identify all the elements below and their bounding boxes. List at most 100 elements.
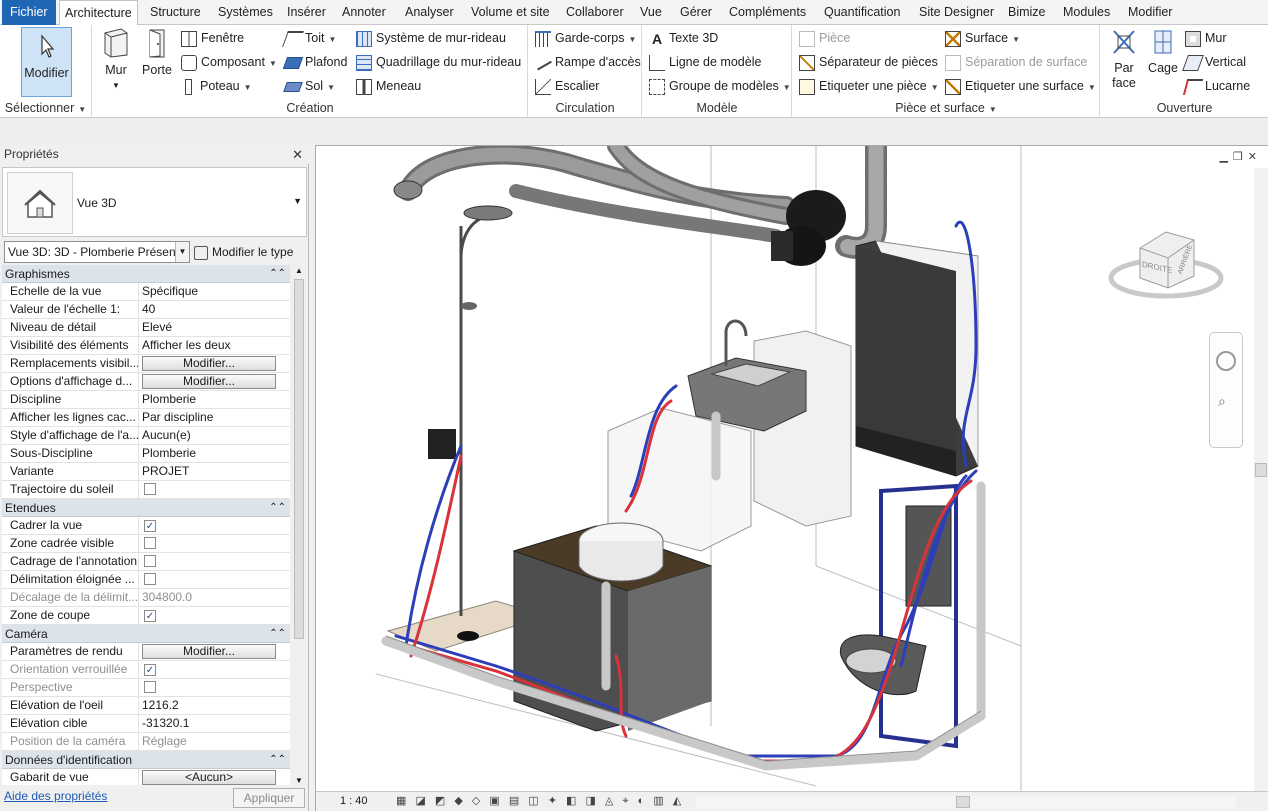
chevron-down-icon[interactable]: ▼ [293,196,302,206]
component-button[interactable]: Composant ▼ [181,51,277,73]
tab-systemes[interactable]: Systèmes [213,0,278,25]
property-checkbox[interactable] [144,537,156,549]
property-row[interactable]: Afficher les lignes cac... Par discipline [2,409,290,427]
zoom-icon[interactable]: ⌕ [1218,393,1226,410]
property-value[interactable]: Afficher les deux [142,338,231,352]
tab-quantification[interactable]: Quantification [819,0,905,25]
property-value[interactable]: 40 [142,302,155,316]
model-group-button[interactable]: Groupe de modèles ▼ [649,75,791,97]
model-line-button[interactable]: Ligne de modèle [649,51,761,73]
view-instance-dropdown[interactable]: Vue 3D: 3D - Plomberie Présent ▼ [4,241,190,263]
property-row[interactable]: Cadrer la vue ✓ [2,517,290,535]
tab-modifier[interactable]: Modifier [1123,0,1177,25]
property-checkbox[interactable] [144,555,156,567]
panel-title-select[interactable]: Sélectionner ▼ [0,101,91,115]
property-value[interactable]: Par discipline [142,410,213,424]
property-checkbox[interactable] [144,573,156,585]
property-row[interactable]: Remplacements visibil... Modifier... [2,355,290,373]
property-row[interactable]: Style d'affichage de l'a... Aucun(e) [2,427,290,445]
panel-title-rooms[interactable]: Pièce et surface ▼ [793,101,1099,115]
property-row[interactable]: Niveau de détail Elevé [2,319,290,337]
tab-complements[interactable]: Compléments [724,0,811,25]
tab-modules[interactable]: Modules [1058,0,1115,25]
property-row[interactable]: Discipline Plomberie [2,391,290,409]
property-row[interactable]: Zone cadrée visible [2,535,290,553]
modify-button[interactable]: Modifier [21,27,72,97]
tag-room-button[interactable]: Etiqueter une pièce ▼ [799,75,939,97]
ramp-button[interactable]: Rampe d'accès [534,51,641,73]
property-edit-button[interactable]: <Aucun> [142,770,276,785]
collapse-icon[interactable]: ⌃⌃ [269,625,286,643]
room-button[interactable]: Pièce [799,27,850,49]
properties-help-link[interactable]: Aide des propriétés [4,789,107,803]
tab-fichier[interactable]: Fichier [2,0,56,25]
section-2[interactable]: Caméra ⌃⌃ [2,625,290,643]
tab-collaborer[interactable]: Collaborer [561,0,629,25]
property-value[interactable]: -31320.1 [142,716,189,730]
window-button[interactable]: Fenêtre [181,27,244,49]
text3d-button[interactable]: A Texte 3D [649,27,718,49]
property-row[interactable]: Visibilité des éléments Afficher les deux [2,337,290,355]
property-row[interactable]: Paramètres de rendu Modifier... [2,643,290,661]
curtain-system-button[interactable]: Système de mur-rideau [356,27,506,49]
tab-inserer[interactable]: Insérer [282,0,331,25]
property-value[interactable]: PROJET [142,464,189,478]
property-row[interactable]: Trajectoire du soleil [2,481,290,499]
property-value[interactable]: 1216.2 [142,698,179,712]
viewport-vertical-scrollbar[interactable] [1254,168,1268,792]
stair-button[interactable]: Escalier [535,75,599,97]
tab-bimize[interactable]: Bimize [1003,0,1051,25]
door-button[interactable]: Porte [139,27,175,95]
apply-button[interactable]: Appliquer [233,788,305,808]
3d-viewport[interactable]: ▁❐✕ DROITE ARRIÈRE ⌕ 1: 40 ▦ ◪ ◩ ◆ ◇ ▣ … [315,145,1268,811]
dormer-button[interactable]: Lucarne [1182,75,1250,97]
close-icon[interactable]: ✕ [292,145,303,164]
edit-type-button[interactable]: Modifier le type [194,241,306,263]
property-value[interactable]: Elevé [142,320,172,334]
tab-vue[interactable]: Vue [635,0,667,25]
view-scale[interactable]: 1 : 40 [340,795,368,807]
property-checkbox[interactable]: ✓ [144,520,156,532]
property-value[interactable]: Plomberie [142,392,196,406]
column-button[interactable]: Poteau ▼ [181,75,252,97]
property-row[interactable]: Cadrage de l'annotation [2,553,290,571]
viewcube[interactable]: DROITE ARRIÈRE [1106,226,1226,306]
tab-analyser[interactable]: Analyser [400,0,459,25]
area-boundary-button[interactable]: Séparation de surface [945,51,1087,73]
property-row[interactable]: Délimitation éloignée ... [2,571,290,589]
property-row[interactable]: Valeur de l'échelle 1: 40 [2,301,290,319]
floor-button[interactable]: Sol ▼ [283,75,335,97]
collapse-icon[interactable]: ⌃⌃ [269,265,286,283]
tab-structure[interactable]: Structure [145,0,206,25]
property-row[interactable]: Elévation de l'oeil 1216.2 [2,697,290,715]
steering-wheel-icon[interactable] [1216,351,1236,371]
area-button[interactable]: Surface ▼ [945,27,1020,49]
property-value[interactable]: Plomberie [142,446,196,460]
tab-architecture[interactable]: Architecture [59,0,138,26]
property-row[interactable]: Sous-Discipline Plomberie [2,445,290,463]
wall-opening-button[interactable]: Mur [1185,27,1227,49]
wall-button[interactable]: Mur ▼ [99,27,133,95]
property-edit-button[interactable]: Modifier... [142,374,276,389]
property-value[interactable]: Aucun(e) [142,428,191,442]
property-checkbox[interactable]: ✓ [144,610,156,622]
tag-area-button[interactable]: Etiqueter une surface ▼ [945,75,1096,97]
properties-scrollbar[interactable]: ▲ ▼ [292,265,306,785]
vertical-opening-button[interactable]: Vertical [1182,51,1246,73]
property-row[interactable]: Echelle de la vue Spécifique [2,283,290,301]
tab-volume-et-site[interactable]: Volume et site [466,0,555,25]
railing-button[interactable]: Garde-corps ▼ [535,27,636,49]
room-separator-button[interactable]: Séparateur de pièces [799,51,938,73]
tab-site-designer[interactable]: Site Designer [914,0,999,25]
roof-button[interactable]: Toit ▼ [282,27,336,49]
property-row[interactable]: Zone de coupe ✓ [2,607,290,625]
collapse-icon[interactable]: ⌃⌃ [269,751,286,769]
property-value[interactable]: Spécifique [142,284,198,298]
shaft-button[interactable]: Cage [1145,27,1181,95]
property-row[interactable]: Elévation cible -31320.1 [2,715,290,733]
property-row[interactable]: Gabarit de vue <Aucun> [2,769,290,785]
tab-annoter[interactable]: Annoter [337,0,391,25]
collapse-icon[interactable]: ⌃⌃ [269,499,286,517]
section-3[interactable]: Données d'identification ⌃⌃ [2,751,290,769]
property-edit-button[interactable]: Modifier... [142,356,276,371]
